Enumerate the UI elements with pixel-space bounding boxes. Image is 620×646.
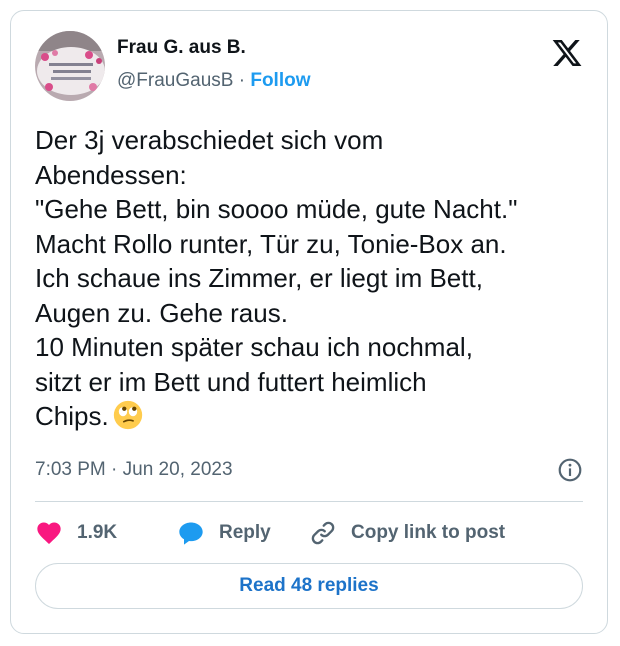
eye-roll-emoji-icon bbox=[113, 400, 142, 430]
like-count: 1.9K bbox=[77, 522, 118, 543]
avatar-image bbox=[35, 31, 105, 101]
info-icon[interactable] bbox=[557, 457, 583, 483]
divider bbox=[35, 501, 583, 502]
x-logo-icon[interactable] bbox=[551, 37, 583, 69]
author-handle-row: @FrauGausB · Follow bbox=[117, 70, 311, 92]
link-icon bbox=[311, 521, 335, 545]
follow-button[interactable]: Follow bbox=[250, 70, 310, 91]
copy-link-label: Copy link to post bbox=[351, 522, 506, 543]
tweet-body: Der 3j verabschiedet sich vom Abendessen… bbox=[35, 125, 518, 431]
reply-button[interactable]: Reply bbox=[177, 516, 271, 550]
author-handle[interactable]: @FrauGausB bbox=[117, 70, 233, 91]
author-display-name[interactable]: Frau G. aus B. bbox=[117, 37, 246, 59]
avatar[interactable] bbox=[35, 31, 105, 101]
copy-link-button[interactable]: Copy link to post bbox=[309, 516, 505, 550]
tweet-timestamp[interactable]: 7:03 PM · Jun 20, 2023 bbox=[35, 459, 233, 481]
tweet-card: Frau G. aus B. @FrauGausB · Follow Der 3… bbox=[10, 10, 608, 634]
heart-icon bbox=[37, 522, 61, 544]
reply-bubble-icon bbox=[179, 522, 203, 545]
like-button[interactable]: 1.9K bbox=[35, 516, 117, 550]
separator-dot: · bbox=[233, 70, 251, 91]
action-bar: 1.9K Reply Copy link to post bbox=[35, 516, 583, 550]
read-replies-button[interactable]: Read 48 replies bbox=[35, 563, 583, 609]
tweet-text: Der 3j verabschiedet sich vom Abendessen… bbox=[35, 123, 595, 434]
reply-label: Reply bbox=[219, 522, 271, 543]
